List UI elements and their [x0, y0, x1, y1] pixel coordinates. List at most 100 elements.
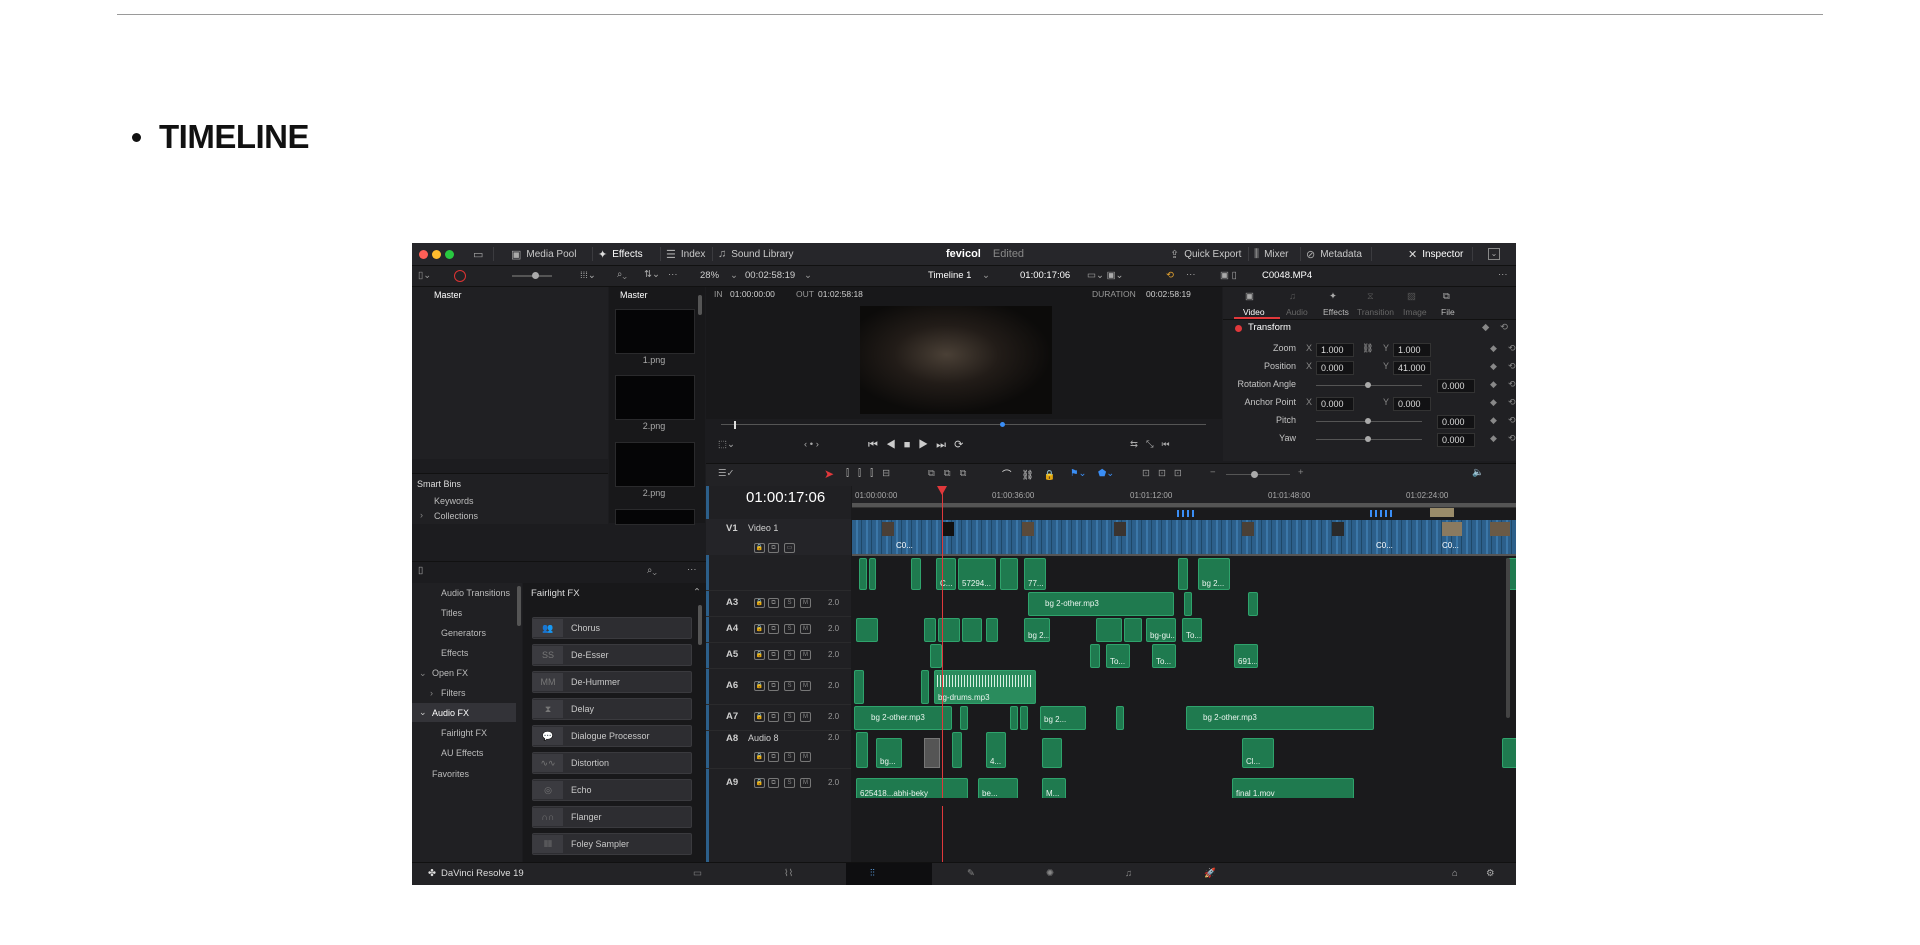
audio-clip[interactable]: 625418...abhi-beky [856, 778, 968, 800]
audio-clip[interactable] [856, 732, 868, 768]
mute-button[interactable]: M [800, 624, 811, 634]
reset-icon[interactable]: ⟲ [1508, 397, 1516, 408]
video-clip-thumb[interactable] [1430, 508, 1454, 517]
audio-clip[interactable]: final 1.mov [1232, 778, 1354, 800]
solo-button[interactable]: S [784, 650, 795, 660]
sound-library-button[interactable]: ♫ Sound Library [718, 243, 794, 265]
solo-button[interactable]: S [784, 752, 795, 762]
slider-knob[interactable] [532, 272, 539, 279]
keyframe-icon[interactable]: ◆ [1490, 415, 1497, 426]
scrollbar[interactable] [1506, 558, 1510, 718]
mute-button[interactable]: M [800, 681, 811, 691]
audio-clip[interactable] [859, 558, 867, 590]
color-page-icon[interactable]: ✺ [1046, 868, 1054, 879]
inspector-more-icon[interactable]: ··· [1498, 269, 1508, 280]
mute-button[interactable]: M [800, 752, 811, 762]
edit-tools[interactable]: ⫿⫿⫿⊟ [846, 468, 899, 479]
anchor-y-field[interactable]: 0.000 [1393, 397, 1431, 411]
chevron-right-icon[interactable]: › [430, 688, 433, 698]
audio-clip[interactable]: bg... [876, 738, 902, 768]
auto-select-icon[interactable]: ⧉ [768, 752, 779, 762]
anchor-x-field[interactable]: 0.000 [1316, 397, 1354, 411]
position-y-field[interactable]: 41.000 [1393, 361, 1431, 375]
chevron-right-icon[interactable]: › [420, 510, 423, 520]
track-name-a8[interactable]: Audio 8 [748, 733, 779, 743]
yaw-field[interactable]: 0.000 [1437, 433, 1475, 447]
search-icon[interactable]: ⌕⌄ [617, 269, 627, 280]
deliver-page-icon[interactable]: 🚀 [1204, 868, 1216, 879]
track-visibility-icon[interactable]: ▭ [784, 543, 795, 553]
keyframe-icon[interactable]: ◆ [1490, 343, 1497, 354]
flag-icon[interactable] [454, 270, 466, 282]
audio-clip[interactable] [1010, 706, 1018, 730]
auto-select-icon[interactable]: ⧉ [768, 681, 779, 691]
pitch-field[interactable]: 0.000 [1437, 415, 1475, 429]
tree-favorites[interactable]: Favorites [432, 769, 469, 779]
audio-clip[interactable]: 691... [1234, 644, 1258, 668]
audio-clip[interactable] [952, 732, 962, 768]
keyframe-icon[interactable]: ◆ [1482, 322, 1489, 333]
solo-button[interactable]: S [784, 598, 795, 608]
audio-clip[interactable] [1124, 618, 1142, 642]
sort-icon[interactable]: ⇅⌄ [644, 269, 660, 280]
audio-clip[interactable] [960, 706, 968, 730]
audio-clip[interactable] [854, 670, 864, 704]
timeline-ruler[interactable]: 01:00:00:00 01:00:36:00 01:01:12:00 01:0… [852, 486, 1516, 508]
scrollbar[interactable] [698, 605, 702, 645]
clip-thumbnail[interactable] [615, 442, 695, 487]
scrubber-playhead[interactable] [734, 421, 736, 429]
fx-delay[interactable]: ⧗ Delay [532, 698, 692, 720]
tree-audio-transitions[interactable]: Audio Transitions [441, 588, 510, 598]
reset-icon[interactable]: ⟲ [1508, 379, 1516, 390]
mute-button[interactable]: M [800, 598, 811, 608]
video-clip-strip[interactable] [1370, 510, 1394, 517]
tree-filters[interactable]: Filters [441, 688, 466, 698]
audio-clip[interactable] [1248, 592, 1258, 616]
maximize-window-button[interactable] [445, 250, 454, 259]
smart-bin-keywords[interactable]: Keywords [434, 496, 474, 506]
audio-clip[interactable] [1096, 618, 1122, 642]
lock-icon[interactable]: 🔒 [754, 712, 765, 722]
audio-clip[interactable] [869, 558, 876, 590]
keyframe-icon[interactable]: ◆ [1490, 379, 1497, 390]
mute-button[interactable]: M [800, 712, 811, 722]
transform-tool-icon[interactable]: ⬚⌄ [718, 439, 735, 450]
audio-clip[interactable]: bg 2... [1040, 706, 1086, 730]
slider-knob[interactable] [1365, 436, 1371, 442]
media-pool-button[interactable]: ▣ Media Pool [511, 243, 576, 265]
audio-clip[interactable]: To... [1106, 644, 1130, 668]
edit-page-tab[interactable] [846, 863, 932, 885]
audio-clip[interactable] [1184, 592, 1192, 616]
zoom-y-field[interactable]: 1.000 [1393, 343, 1431, 357]
audio-clip[interactable] [1090, 644, 1100, 668]
fx-foley-sampler[interactable]: ⦀⦀ Foley Sampler [532, 833, 692, 855]
collapse-icon[interactable]: ⌃ [693, 587, 701, 598]
lock-icon[interactable]: 🔒 [754, 681, 765, 691]
viewer-more-icon[interactable]: ··· [1186, 269, 1196, 280]
more-options-icon[interactable]: ··· [687, 564, 697, 575]
tree-effects[interactable]: Effects [441, 648, 468, 658]
audio-clip[interactable] [986, 618, 998, 642]
zoom-in-icon[interactable]: + [1298, 467, 1304, 478]
audio-clip[interactable] [921, 670, 929, 704]
clip-thumbnail[interactable] [615, 375, 695, 420]
tab-video[interactable]: Video [1243, 307, 1265, 317]
reset-icon[interactable]: ⟲ [1508, 361, 1516, 372]
mixer-button[interactable]: ⫼ Mixer [1254, 243, 1289, 265]
slider-knob[interactable] [1251, 471, 1258, 478]
chevron-down-icon[interactable]: ⌄ [419, 668, 427, 679]
timeline-zoom-slider[interactable] [1226, 474, 1290, 475]
keyframe-icon[interactable]: ◆ [1490, 361, 1497, 372]
scrollbar[interactable] [517, 586, 521, 626]
clip-thumbnail[interactable] [615, 309, 695, 354]
audio-clip[interactable]: To... [1182, 618, 1202, 642]
solo-button[interactable]: S [784, 681, 795, 691]
audio-clip[interactable] [962, 618, 982, 642]
insert-tools[interactable]: ⧉⧉⧉ [928, 468, 975, 479]
tab-transition[interactable]: Transition [1357, 307, 1394, 317]
solo-button[interactable]: S [784, 624, 795, 634]
viewer-mode-icon[interactable]: ▭⌄ ▣⌄ [1087, 270, 1124, 281]
audio-clip[interactable]: bg 2... [1024, 618, 1050, 642]
lock-icon[interactable]: 🔒 [754, 778, 765, 788]
position-x-field[interactable]: 0.000 [1316, 361, 1354, 375]
